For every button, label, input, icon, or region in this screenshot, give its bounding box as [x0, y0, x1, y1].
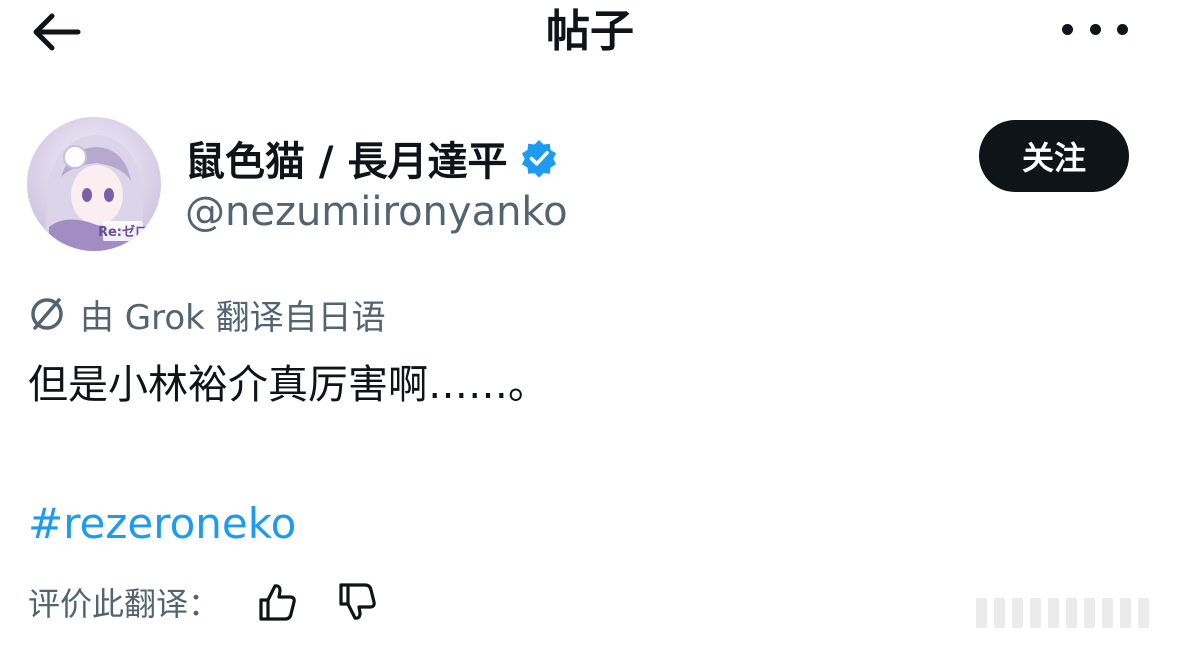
thumbs-down-icon[interactable]: [332, 577, 382, 627]
thumbs-up-icon[interactable]: [252, 577, 302, 627]
translation-note-text[interactable]: 由 Grok 翻译自日语: [80, 290, 386, 339]
author-display-name[interactable]: 鼠色猫 / 長月達平: [185, 129, 507, 187]
rate-translation-row: 评价此翻译：: [28, 575, 382, 629]
more-options-button[interactable]: [1062, 14, 1128, 44]
author-handle[interactable]: @nezumiironyanko: [185, 186, 568, 238]
translation-note: 由 Grok 翻译自日语: [28, 290, 386, 338]
post-text: 但是小林裕介真厉害啊……。: [28, 362, 548, 408]
post-page: 帖子 Re:ゼロ 鼠色猫 / 長月達平 @nezumiironyanko 关注 …: [0, 0, 1180, 648]
svg-text:Re:ゼロ: Re:ゼロ: [98, 224, 148, 240]
avatar[interactable]: Re:ゼロ: [27, 117, 161, 251]
verified-badge-icon[interactable]: [519, 138, 559, 178]
follow-button[interactable]: 关注: [979, 120, 1129, 192]
more-horizontal-icon: [1062, 23, 1073, 35]
avatar-image: Re:ゼロ: [27, 117, 161, 251]
author-name-row: 鼠色猫 / 長月達平: [185, 130, 559, 186]
page-title: 帖子: [546, 6, 634, 57]
watermark: [976, 590, 1172, 636]
rate-translation-label: 评价此翻译：: [28, 585, 221, 623]
hashtag-link[interactable]: #rezeroneko: [28, 495, 296, 553]
translate-slash-icon: [28, 295, 66, 333]
